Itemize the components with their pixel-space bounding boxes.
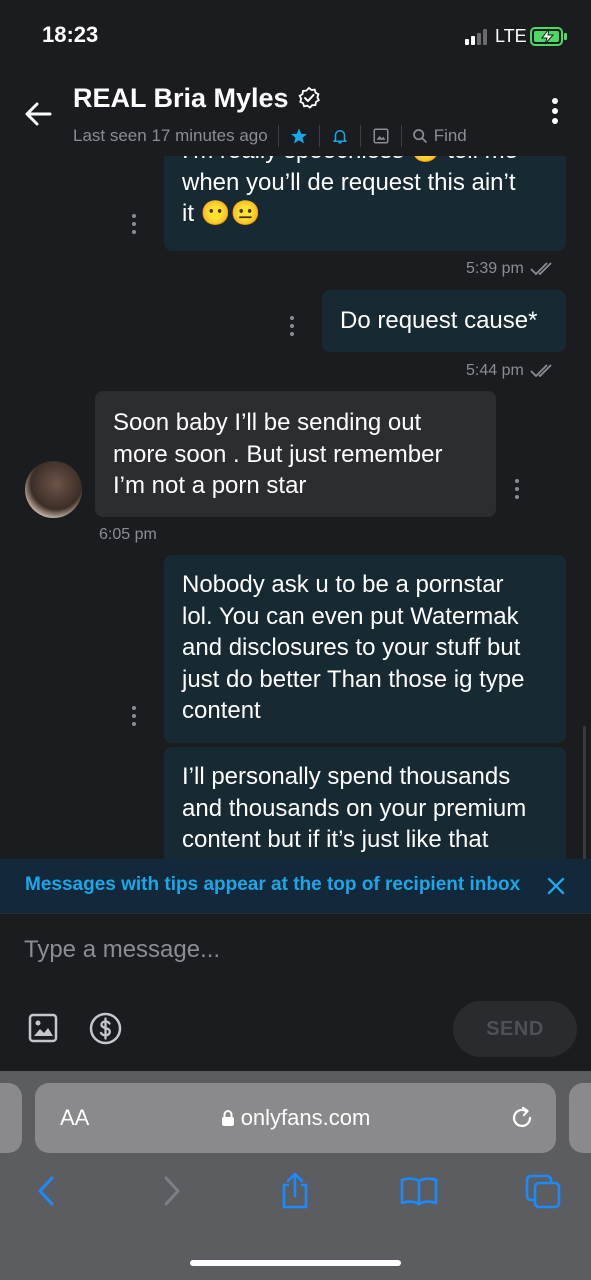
- find-button[interactable]: Find: [412, 126, 467, 146]
- tip-banner: Messages with tips appear at the top of …: [0, 859, 591, 913]
- message-options-icon[interactable]: [131, 706, 137, 728]
- tabs-icon[interactable]: [523, 1169, 563, 1213]
- more-menu-icon[interactable]: [545, 98, 565, 130]
- status-time: 18:23: [42, 22, 99, 47]
- share-icon[interactable]: [275, 1169, 315, 1213]
- read-receipt-icon: [530, 262, 552, 276]
- message-line: Soon baby I’ll be sending out: [113, 409, 422, 436]
- message-line: more soon . But just remember: [113, 440, 443, 468]
- search-icon: [412, 129, 427, 143]
- reload-icon[interactable]: [509, 1105, 535, 1131]
- bookmarks-icon[interactable]: [399, 1169, 439, 1213]
- message-line: Do request cause*: [340, 307, 538, 334]
- message-bubble-outgoing[interactable]: I’ll personally spend thousands and thou…: [164, 747, 566, 859]
- message-bubble-outgoing[interactable]: Do request cause*: [322, 290, 566, 352]
- signal-icon: [465, 29, 489, 45]
- previous-tab-preview[interactable]: [0, 1083, 22, 1153]
- tip-dollar-icon[interactable]: [89, 1012, 122, 1045]
- message-line: and thousands on your premium: [182, 794, 527, 822]
- message-line: I'm really speechless 😑 tell me: [182, 156, 548, 167]
- message-options-icon[interactable]: [514, 479, 520, 501]
- title-row[interactable]: REAL Bria Myles: [73, 80, 321, 116]
- star-icon[interactable]: [289, 126, 309, 146]
- address-bar[interactable]: AA onlyfans.com: [35, 1083, 556, 1153]
- lock-icon: [221, 1110, 234, 1126]
- network-type: LTE: [495, 26, 527, 46]
- divider: [400, 125, 402, 147]
- gallery-icon[interactable]: [371, 126, 391, 146]
- verified-badge-icon: [298, 86, 320, 109]
- message-line: content: [182, 697, 261, 724]
- chat-header: REAL Bria Myles Last seen 17 minutes ago…: [0, 70, 591, 156]
- divider: [277, 125, 279, 147]
- read-receipt-icon: [530, 364, 552, 378]
- message-line: I’m not a porn star: [113, 472, 307, 499]
- find-label: Find: [433, 126, 467, 145]
- back-arrow-icon[interactable]: [22, 98, 54, 130]
- message-list[interactable]: I'm really speechless 😑 tell me when you…: [0, 156, 591, 859]
- message-input[interactable]: [24, 932, 564, 968]
- message-line: Nobody ask u to be a pornstar: [182, 571, 504, 598]
- divider: [318, 125, 320, 147]
- send-button[interactable]: SEND: [453, 1001, 577, 1057]
- status-bar: 18:23 LTE: [0, 0, 591, 70]
- browser-back-icon[interactable]: [26, 1169, 66, 1213]
- message-bubble-incoming[interactable]: Soon baby I’ll be sending out more soon …: [95, 391, 496, 517]
- browser-toolbar: [0, 1169, 591, 1213]
- image-upload-icon[interactable]: [27, 1012, 59, 1044]
- message-timestamp: 6:05 pm: [99, 526, 157, 543]
- tip-banner-text: Messages with tips appear at the top of …: [25, 874, 521, 895]
- message-timestamp: 5:39 pm: [466, 260, 558, 278]
- message-timestamp: 5:44 pm: [466, 362, 558, 380]
- message-options-icon[interactable]: [131, 214, 137, 236]
- browser-chrome: AA onlyfans.com: [0, 1071, 591, 1280]
- message-line: content but if it’s just like that: [182, 826, 489, 853]
- contact-name[interactable]: REAL Bria Myles: [73, 83, 289, 114]
- battery-charging-icon: [530, 27, 567, 46]
- message-bubble-outgoing[interactable]: I'm really speechless 😑 tell me when you…: [164, 156, 566, 251]
- scrollbar[interactable]: [583, 726, 586, 859]
- browser-forward-icon[interactable]: [152, 1169, 192, 1213]
- close-icon[interactable]: [546, 876, 566, 896]
- message-composer: SEND: [0, 913, 591, 1071]
- last-seen: Last seen 17 minutes ago: [73, 126, 268, 145]
- next-tab-preview[interactable]: [569, 1083, 591, 1153]
- message-line: it 😶😐: [182, 200, 261, 227]
- message-bubble-outgoing[interactable]: Nobody ask u to be a pornstar lol. You c…: [164, 555, 566, 743]
- divider: [359, 125, 361, 147]
- contact-avatar[interactable]: [25, 461, 82, 518]
- message-line: just do better Than those ig type: [182, 665, 525, 693]
- message-line: lol. You can even put Watermak: [182, 602, 519, 630]
- url-text[interactable]: onlyfans.com: [241, 1105, 371, 1131]
- message-line: I’ll personally spend thousands: [182, 763, 511, 790]
- message-line: when you’ll de request this ain’t: [182, 168, 516, 196]
- home-indicator[interactable]: [190, 1260, 401, 1266]
- bell-icon[interactable]: [330, 126, 350, 146]
- message-options-icon[interactable]: [289, 316, 295, 338]
- message-line: and disclosures to your stuff but: [182, 634, 521, 661]
- header-subrow: Last seen 17 minutes ago Find: [73, 123, 467, 149]
